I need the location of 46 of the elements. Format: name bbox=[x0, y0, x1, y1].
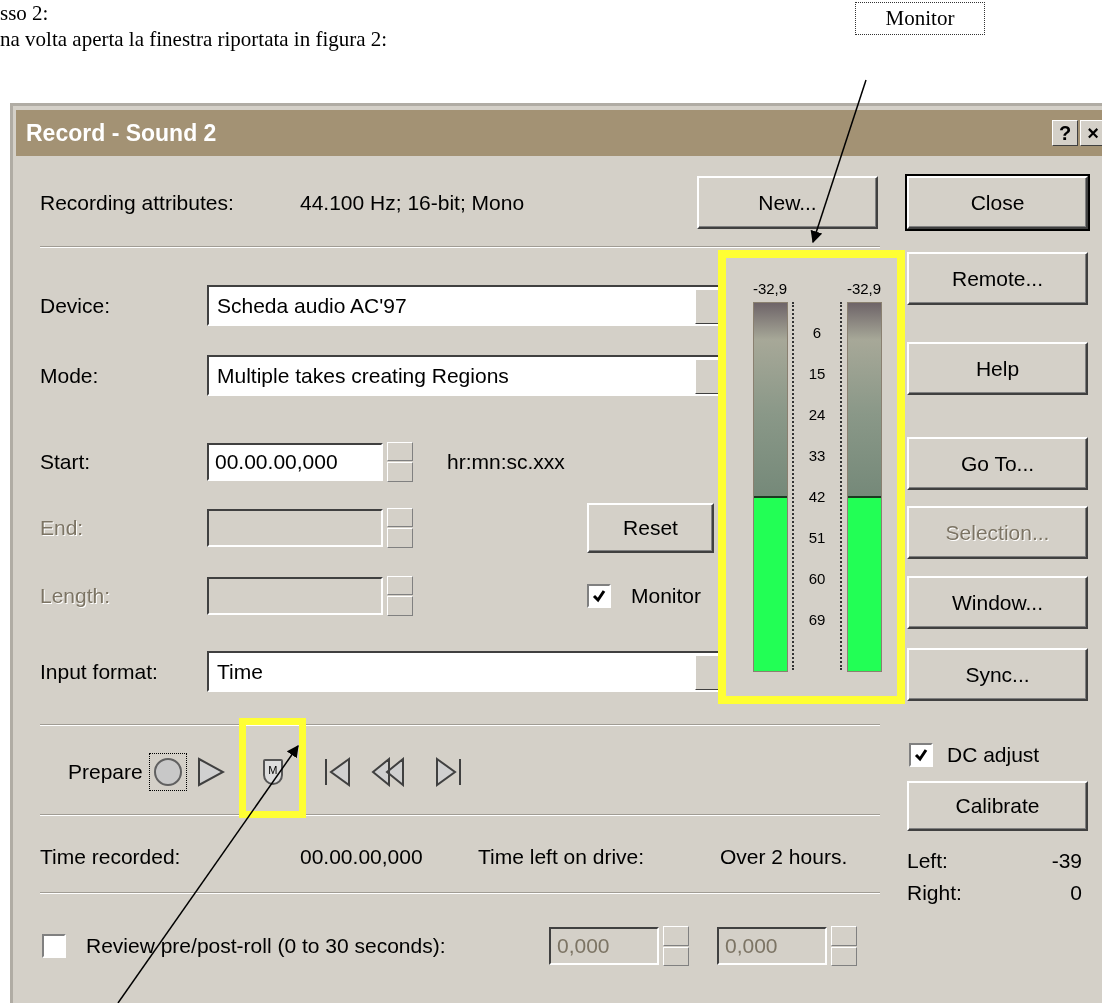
attributes-value: 44.100 Hz; 16-bit; Mono bbox=[300, 190, 525, 215]
level-value: 0 bbox=[1070, 881, 1082, 905]
meter-reading: -32,9 bbox=[752, 280, 788, 299]
document-text: sso 2: bbox=[0, 0, 49, 26]
title-button[interactable]: ? bbox=[1052, 120, 1078, 146]
new-button[interactable]: New... bbox=[697, 176, 878, 229]
field-label: Length: bbox=[40, 583, 112, 608]
scale-label: 69 bbox=[808, 611, 826, 628]
side-button[interactable]: Sync... bbox=[907, 648, 1088, 701]
checkbox-label: Monitor bbox=[631, 583, 702, 608]
status-label: Time left on drive: bbox=[478, 845, 646, 869]
field-label: Mode: bbox=[40, 363, 100, 388]
attributes-label: Recording attributes: bbox=[40, 190, 235, 215]
status-label: Time recorded: bbox=[40, 845, 182, 869]
review-label: Review pre/post-roll (0 to 30 seconds): bbox=[86, 934, 447, 958]
level-value: -39 bbox=[1051, 849, 1082, 873]
field-label: Start: bbox=[40, 449, 92, 474]
side-button[interactable]: Remote... bbox=[907, 252, 1088, 305]
side-button[interactable]: Help bbox=[907, 342, 1088, 395]
level-label: Left: bbox=[907, 849, 948, 873]
scale-label: 6 bbox=[812, 324, 822, 341]
meter-reading: -32,9 bbox=[846, 280, 882, 299]
scale-label: 33 bbox=[808, 447, 826, 464]
side-button[interactable]: Window... bbox=[907, 576, 1088, 629]
title-button[interactable]: × bbox=[1080, 120, 1102, 146]
field-label: Input format: bbox=[40, 659, 159, 684]
scale-label: 60 bbox=[808, 570, 826, 587]
prepare-label: Prepare bbox=[68, 760, 143, 784]
side-button[interactable]: Close bbox=[907, 176, 1088, 229]
calibrate-button[interactable]: Calibrate bbox=[907, 781, 1088, 831]
scale-label: 42 bbox=[808, 488, 826, 505]
window-title: Record - Sound 2 bbox=[26, 119, 218, 147]
document-text: na volta aperta la finestra riportata in figura 2: bbox=[0, 26, 388, 52]
scale-label: 15 bbox=[808, 365, 826, 382]
callout-label: Monitor bbox=[855, 2, 985, 35]
format-hint: hr:mn:sc.xxx bbox=[447, 449, 565, 474]
scale-label: 51 bbox=[808, 529, 826, 546]
field-label: End: bbox=[40, 515, 85, 540]
status-value: 00.00.00,000 bbox=[300, 845, 424, 869]
time-field[interactable]: 00.00.00,000 bbox=[207, 442, 383, 481]
level-label: Right: bbox=[907, 881, 962, 905]
scale-label: 24 bbox=[808, 406, 826, 423]
status-value: Over 2 hours. bbox=[720, 845, 848, 869]
checkbox-label: DC adjust bbox=[947, 743, 1040, 767]
field-label: Device: bbox=[40, 293, 112, 318]
side-button[interactable]: Go To... bbox=[907, 437, 1088, 490]
